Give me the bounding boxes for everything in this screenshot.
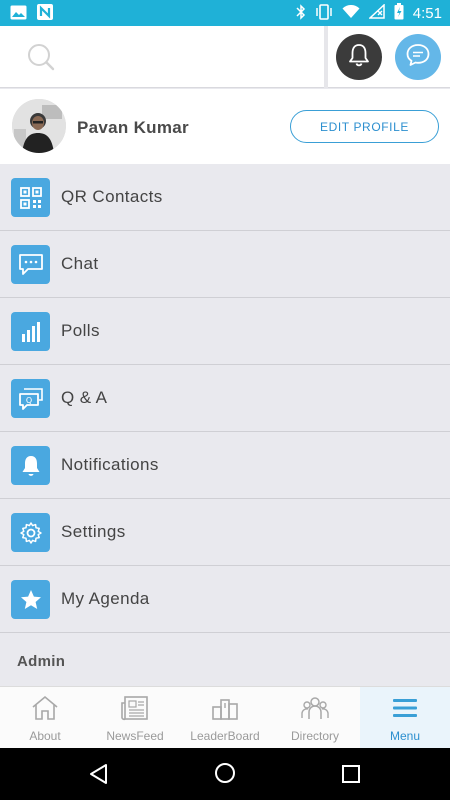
leaderboard-icon [210, 695, 240, 726]
edit-profile-button[interactable]: EDIT PROFILE [290, 110, 439, 143]
tab-leaderboard[interactable]: LeaderBoard [180, 687, 270, 748]
wifi-icon [342, 4, 360, 22]
menu-item-label: Chat [61, 254, 99, 273]
hamburger-icon [390, 695, 420, 726]
profile-section: Pavan Kumar EDIT PROFILE [0, 89, 450, 164]
battery-charging-icon [394, 3, 404, 23]
star-icon [11, 580, 50, 619]
svg-text:Q: Q [25, 396, 31, 405]
qr-code-icon [11, 178, 50, 217]
bottom-tab-bar: About NewsFeed LeaderBoard Directory Men… [0, 686, 450, 748]
bluetooth-icon [296, 3, 306, 23]
system-nav-bar [0, 748, 450, 800]
menu-item-label: Polls [61, 321, 100, 340]
back-icon[interactable] [88, 763, 110, 790]
menu-item-label: Notifications [61, 455, 159, 474]
menu-item-notifications[interactable]: Notifications [0, 432, 450, 499]
tab-label: About [29, 729, 61, 743]
n-app-icon [37, 4, 53, 25]
chat-button[interactable] [395, 34, 441, 80]
gear-icon [11, 513, 50, 552]
home-icon[interactable] [214, 762, 236, 789]
profile-name: Pavan Kumar [77, 118, 189, 137]
people-icon [300, 695, 330, 726]
menu-item-my-agenda[interactable]: My Agenda [0, 566, 450, 633]
qa-icon: Q [11, 379, 50, 418]
bell-icon [11, 446, 50, 485]
no-signal-icon [367, 3, 385, 22]
menu-item-settings[interactable]: Settings [0, 499, 450, 566]
tab-newsfeed[interactable]: NewsFeed [90, 687, 180, 748]
tab-about[interactable]: About [0, 687, 90, 748]
menu-item-label: Q & A [61, 388, 108, 407]
notifications-button[interactable] [336, 34, 382, 80]
chat-icon [11, 245, 50, 284]
tab-menu[interactable]: Menu [360, 687, 450, 748]
menu-list: QR Contacts Chat Polls Q Q & A Notificat… [0, 164, 450, 633]
menu-item-label: Settings [61, 522, 126, 541]
tab-label: LeaderBoard [190, 729, 260, 743]
house-icon [30, 695, 60, 726]
image-icon [10, 5, 27, 25]
recent-apps-icon[interactable] [342, 765, 360, 788]
status-time: 4:51 [412, 4, 442, 22]
newspaper-icon [120, 695, 150, 726]
menu-item-polls[interactable]: Polls [0, 298, 450, 365]
top-header [0, 26, 450, 88]
vibrate-icon [315, 3, 333, 23]
bar-chart-icon [11, 312, 50, 351]
status-bar: 4:51 [0, 0, 450, 26]
bell-icon [346, 42, 372, 73]
chat-bubble-icon [404, 41, 432, 74]
tab-label: NewsFeed [106, 729, 164, 743]
tab-directory[interactable]: Directory [270, 687, 360, 748]
header-divider [324, 26, 328, 88]
tab-label: Directory [290, 729, 339, 743]
menu-item-qr-contacts[interactable]: QR Contacts [0, 164, 450, 231]
tab-label: Menu [389, 729, 421, 743]
menu-item-chat[interactable]: Chat [0, 231, 450, 298]
search-icon[interactable] [26, 42, 56, 77]
admin-section-title: Admin [17, 653, 66, 670]
menu-item-label: My Agenda [61, 589, 150, 608]
menu-item-label: QR Contacts [61, 187, 163, 206]
menu-item-q-and-a[interactable]: Q Q & A [0, 365, 450, 432]
search-bar[interactable] [0, 26, 324, 88]
avatar[interactable] [12, 99, 66, 153]
